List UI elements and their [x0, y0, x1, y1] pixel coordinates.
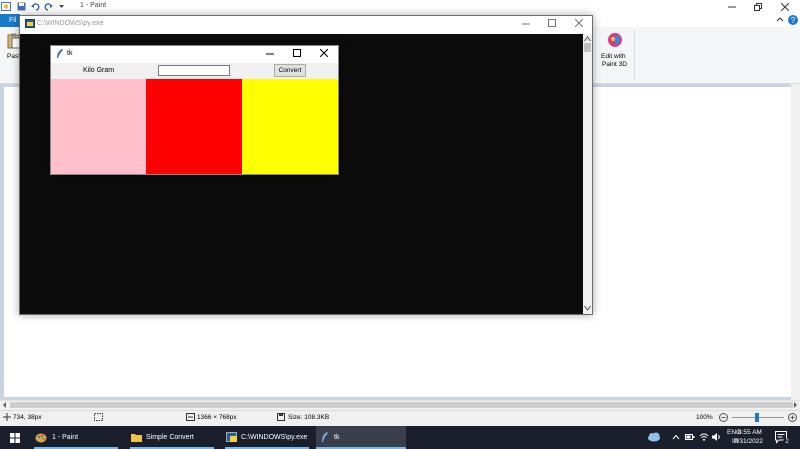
convert-button[interactable]: Convert [274, 64, 306, 77]
paint-app-icon [1, 2, 11, 11]
scroll-left-icon[interactable] [2, 402, 8, 408]
clock-time[interactable]: 8:55 AM [738, 429, 762, 436]
image-size-icon [186, 413, 195, 421]
taskbar-item-console[interactable]: C:\WINDOWS\py.exe [221, 426, 313, 449]
svg-text:?: ? [791, 16, 796, 25]
file-size: Size: 108.3KB [288, 414, 330, 421]
notification-count: 2 [783, 438, 791, 446]
weather-icon[interactable] [647, 432, 661, 442]
image-size: 1366 × 768px [197, 414, 237, 421]
file-tab[interactable]: Fil [0, 14, 20, 27]
console-app-icon [25, 19, 35, 28]
paint-close-icon[interactable] [781, 3, 789, 11]
paint-restore-icon[interactable] [754, 3, 762, 11]
kilogram-input[interactable] [158, 65, 230, 76]
clock-date[interactable]: 7/31/2022 [734, 438, 763, 445]
taskbar-label: Simple Convert [146, 434, 194, 441]
tk-maximize-icon[interactable] [293, 49, 301, 57]
paint-titlebar [0, 0, 800, 14]
taskbar-item-paint[interactable]: 1 - Paint [30, 426, 122, 449]
taskbar-item-tk[interactable]: tk [316, 426, 406, 449]
console-maximize-icon[interactable] [548, 19, 556, 27]
paint-icon [35, 432, 47, 443]
battery-icon[interactable] [685, 433, 695, 441]
taskbar-item-simple-convert[interactable]: Simple Convert [126, 426, 218, 449]
console-title: C:\WINDOWS\py.exe [37, 20, 104, 27]
pink-output-box [51, 79, 146, 174]
yellow-output-box [242, 79, 338, 174]
console-scroll-down-icon[interactable] [584, 305, 591, 311]
tk-title: tk [67, 50, 73, 57]
kilogram-label: Kilo Gram [83, 67, 115, 74]
ribbon-divider [634, 30, 635, 80]
cursor-position: 734, 38px [13, 414, 42, 421]
console-close-icon[interactable] [575, 19, 583, 27]
python-console-icon [226, 432, 238, 443]
zoom-in-icon[interactable] [788, 413, 797, 422]
console-scrollbar[interactable] [583, 34, 592, 314]
tk-feather-icon [321, 432, 329, 443]
console-scroll-up-icon[interactable] [584, 36, 591, 42]
quick-access-dropdown-icon[interactable] [58, 3, 65, 10]
paint-hscroll-thumb[interactable] [10, 402, 793, 408]
file-size-icon [277, 413, 285, 421]
taskbar-label: 1 - Paint [52, 434, 79, 441]
console-scroll-thumb[interactable] [584, 43, 591, 52]
zoom-slider-thumb[interactable] [755, 413, 759, 422]
taskbar-label: tk [334, 434, 340, 441]
undo-icon[interactable] [31, 2, 40, 11]
console-minimize-icon[interactable] [522, 20, 530, 28]
redo-icon[interactable] [44, 2, 53, 11]
cursor-position-icon [3, 413, 11, 421]
volume-icon[interactable] [712, 433, 722, 441]
status-bar [0, 410, 800, 427]
folder-icon [131, 433, 142, 442]
tk-feather-icon [56, 49, 64, 59]
paint-window-title: 1 - Paint [80, 2, 107, 9]
show-hidden-icons-icon[interactable] [672, 434, 680, 440]
tk-minimize-icon[interactable] [266, 50, 274, 58]
paint3d-label[interactable]: Paint 3D [602, 61, 627, 68]
ribbon-collapse-icon[interactable] [776, 16, 784, 24]
wifi-icon[interactable] [699, 433, 709, 441]
help-icon[interactable]: ? [788, 15, 798, 25]
taskbar-label: C:\WINDOWS\py.exe [241, 434, 308, 441]
selection-size-icon [94, 413, 103, 421]
edit-with-label[interactable]: Edit with [601, 53, 626, 60]
zoom-level: 100% [696, 414, 713, 421]
tk-close-icon[interactable] [320, 49, 328, 57]
start-icon[interactable] [10, 433, 20, 443]
scroll-right-icon[interactable] [792, 402, 798, 408]
paint-vertical-scrollbar[interactable] [791, 84, 800, 400]
save-icon[interactable] [17, 2, 26, 11]
paint-minimize-icon[interactable] [728, 3, 736, 11]
red-output-box [146, 79, 242, 174]
paint3d-icon[interactable] [607, 32, 623, 48]
zoom-out-icon[interactable] [719, 413, 728, 422]
